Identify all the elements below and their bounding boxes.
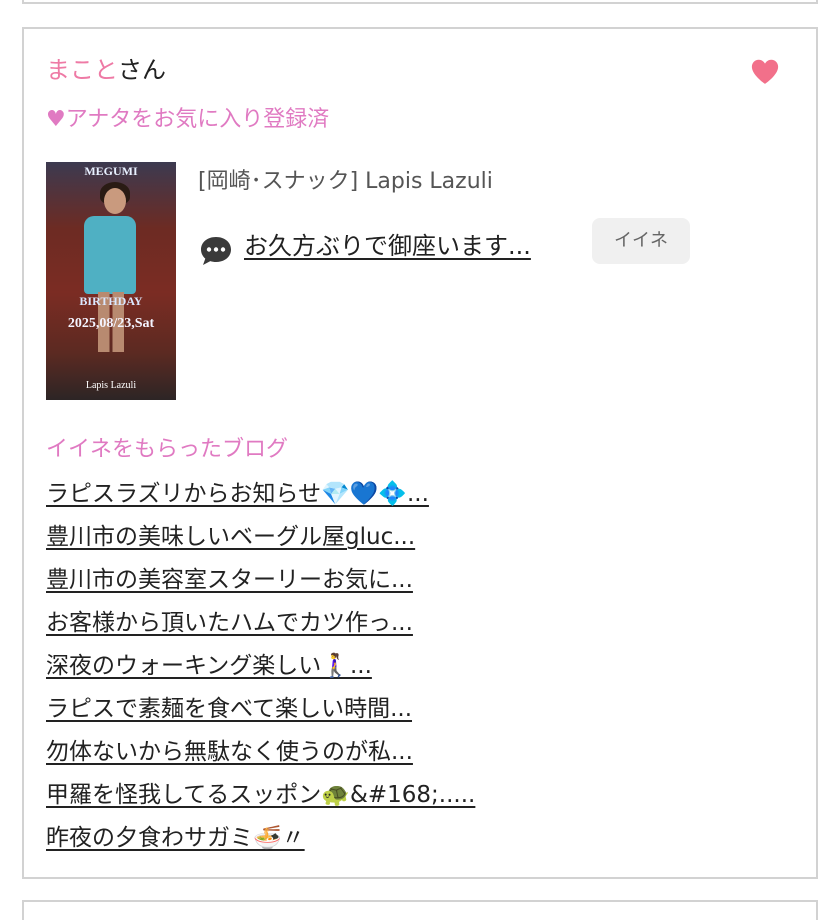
thumbnail-shop-text: Lapis Lazuli bbox=[85, 380, 137, 391]
list-item: 豊川市の美容室スターリーお気に... bbox=[46, 562, 475, 605]
list-item: ラピスラズリからお知らせ💎💙💠... bbox=[46, 476, 475, 519]
list-item: 豊川市の美味しいベーグル屋gluc... bbox=[46, 519, 475, 562]
list-item: 深夜のウォーキング楽しい🚶‍♀️... bbox=[46, 648, 475, 691]
blog-link[interactable]: ラピスラズリからお知らせ💎💙💠... bbox=[46, 481, 429, 507]
list-item: 勿体ないから無駄なく使うのが私... bbox=[46, 734, 475, 777]
user-line: まことさん bbox=[46, 53, 166, 87]
next-card-edge bbox=[22, 900, 818, 920]
post-title-link[interactable]: お久方ぶりで御座います... bbox=[244, 229, 531, 263]
list-item: お客様から頂いたハムでカツ作っ... bbox=[46, 605, 475, 648]
iine-button[interactable]: イイネ bbox=[592, 218, 690, 264]
user-name-suffix: さん bbox=[118, 56, 166, 84]
blog-link[interactable]: ラピスで素麺を食べて楽しい時間... bbox=[46, 696, 412, 722]
shop-label: [岡崎･スナック] Lapis Lazuli bbox=[198, 169, 493, 194]
like-notification-card: まことさん ♥アナタをお気に入り登録済 MEGUMI BIRTHDAY 2025… bbox=[22, 27, 818, 879]
post-thumbnail[interactable]: MEGUMI BIRTHDAY 2025,08/23,Sat Lapis Laz… bbox=[46, 162, 176, 400]
list-item: 甲羅を怪我してるスッポン🐢&#168;..... bbox=[46, 777, 475, 820]
thumbnail-birthday-text: BIRTHDAY bbox=[79, 294, 143, 308]
thumbnail-title-text: MEGUMI bbox=[84, 164, 138, 178]
blog-link[interactable]: 甲羅を怪我してるスッポン🐢&#168;..... bbox=[46, 782, 475, 808]
list-item: ラピスで素麺を食べて楽しい時間... bbox=[46, 691, 475, 734]
thumbnail-figure-dress bbox=[84, 216, 136, 294]
liked-blogs-heading: イイネをもらったブログ bbox=[46, 437, 289, 462]
list-item: 昨夜の夕食わサガミ🍜〃 bbox=[46, 820, 475, 863]
blog-link[interactable]: 豊川市の美味しいベーグル屋gluc... bbox=[46, 524, 415, 550]
blog-link[interactable]: 勿体ないから無駄なく使うのが私... bbox=[46, 739, 413, 765]
liked-blogs-list: ラピスラズリからお知らせ💎💙💠... 豊川市の美味しいベーグル屋gluc... … bbox=[46, 476, 475, 863]
speech-bubble-icon bbox=[201, 237, 231, 265]
previous-card-edge bbox=[22, 0, 818, 4]
favorite-status: ♥アナタをお気に入り登録済 bbox=[46, 107, 330, 132]
user-name-link[interactable]: まこと bbox=[46, 56, 118, 84]
blog-link[interactable]: 豊川市の美容室スターリーお気に... bbox=[46, 567, 413, 593]
blog-link[interactable]: 昨夜の夕食わサガミ🍜〃 bbox=[46, 825, 305, 851]
blog-link[interactable]: お客様から頂いたハムでカツ作っ... bbox=[46, 610, 413, 636]
thumbnail-figure-head bbox=[104, 188, 126, 214]
blog-link[interactable]: 深夜のウォーキング楽しい🚶‍♀️... bbox=[46, 653, 372, 679]
heart-icon[interactable] bbox=[750, 57, 780, 87]
thumbnail-date-text: 2025,08/23,Sat bbox=[67, 316, 155, 331]
